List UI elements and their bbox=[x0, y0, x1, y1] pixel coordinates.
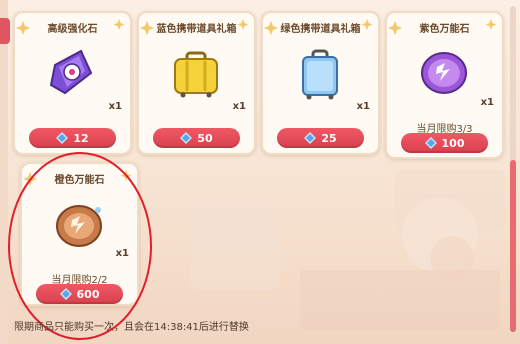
shop-item-card[interactable]: 紫色万能石 x1 当月限购3/3 100 bbox=[385, 11, 504, 159]
diamond-currency-icon bbox=[424, 137, 437, 149]
item-title: 绿色携带道具礼箱 bbox=[280, 24, 361, 35]
yellow-suitcase-icon bbox=[174, 51, 218, 98]
buy-button[interactable]: 100 bbox=[401, 133, 488, 153]
item-title: 紫色万能石 bbox=[419, 24, 470, 35]
item-quantity: x1 bbox=[356, 101, 370, 112]
limited-item-notice: 限期商品只能购买一次，且会在14:38:41后进行替换 bbox=[14, 322, 249, 333]
diamond-currency-icon bbox=[59, 288, 72, 300]
item-title: 蓝色携带道具礼箱 bbox=[156, 24, 237, 35]
price-label: 600 bbox=[76, 287, 100, 301]
price-label: 100 bbox=[441, 136, 465, 150]
buy-button[interactable]: 12 bbox=[29, 128, 116, 148]
shop-item-card[interactable]: 高级强化石 x1 12 bbox=[13, 11, 132, 155]
buy-button[interactable]: 600 bbox=[36, 284, 123, 304]
purple-stone-icon bbox=[421, 52, 467, 94]
shop-item-card[interactable]: 橙色万能石 x1 当月限购2/2 600 bbox=[20, 162, 139, 306]
item-quantity: x1 bbox=[115, 248, 129, 259]
item-quantity: x1 bbox=[480, 97, 494, 108]
diamond-currency-icon bbox=[56, 132, 69, 144]
shop-item-card[interactable]: 蓝色携带道具礼箱 x1 50 bbox=[137, 11, 256, 155]
blue-suitcase-icon bbox=[302, 49, 338, 100]
orange-stone-icon bbox=[56, 205, 102, 247]
left-tab-marker[interactable] bbox=[0, 18, 10, 44]
item-quantity: x1 bbox=[108, 101, 122, 112]
shop-item-card[interactable]: 绿色携带道具礼箱 x1 25 bbox=[261, 11, 380, 155]
buy-button[interactable]: 25 bbox=[277, 128, 364, 148]
purple-crystal-icon bbox=[49, 49, 93, 95]
price-label: 50 bbox=[197, 131, 213, 145]
scrollbar-thumb[interactable] bbox=[510, 160, 516, 332]
price-label: 25 bbox=[321, 131, 337, 145]
item-quantity: x1 bbox=[232, 101, 246, 112]
buy-button[interactable]: 50 bbox=[153, 128, 240, 148]
left-panel-edge bbox=[0, 0, 8, 344]
item-title: 高级强化石 bbox=[47, 24, 98, 35]
item-title: 橙色万能石 bbox=[54, 175, 105, 186]
price-label: 12 bbox=[73, 131, 89, 145]
diamond-currency-icon bbox=[304, 132, 317, 144]
diamond-currency-icon bbox=[180, 132, 193, 144]
